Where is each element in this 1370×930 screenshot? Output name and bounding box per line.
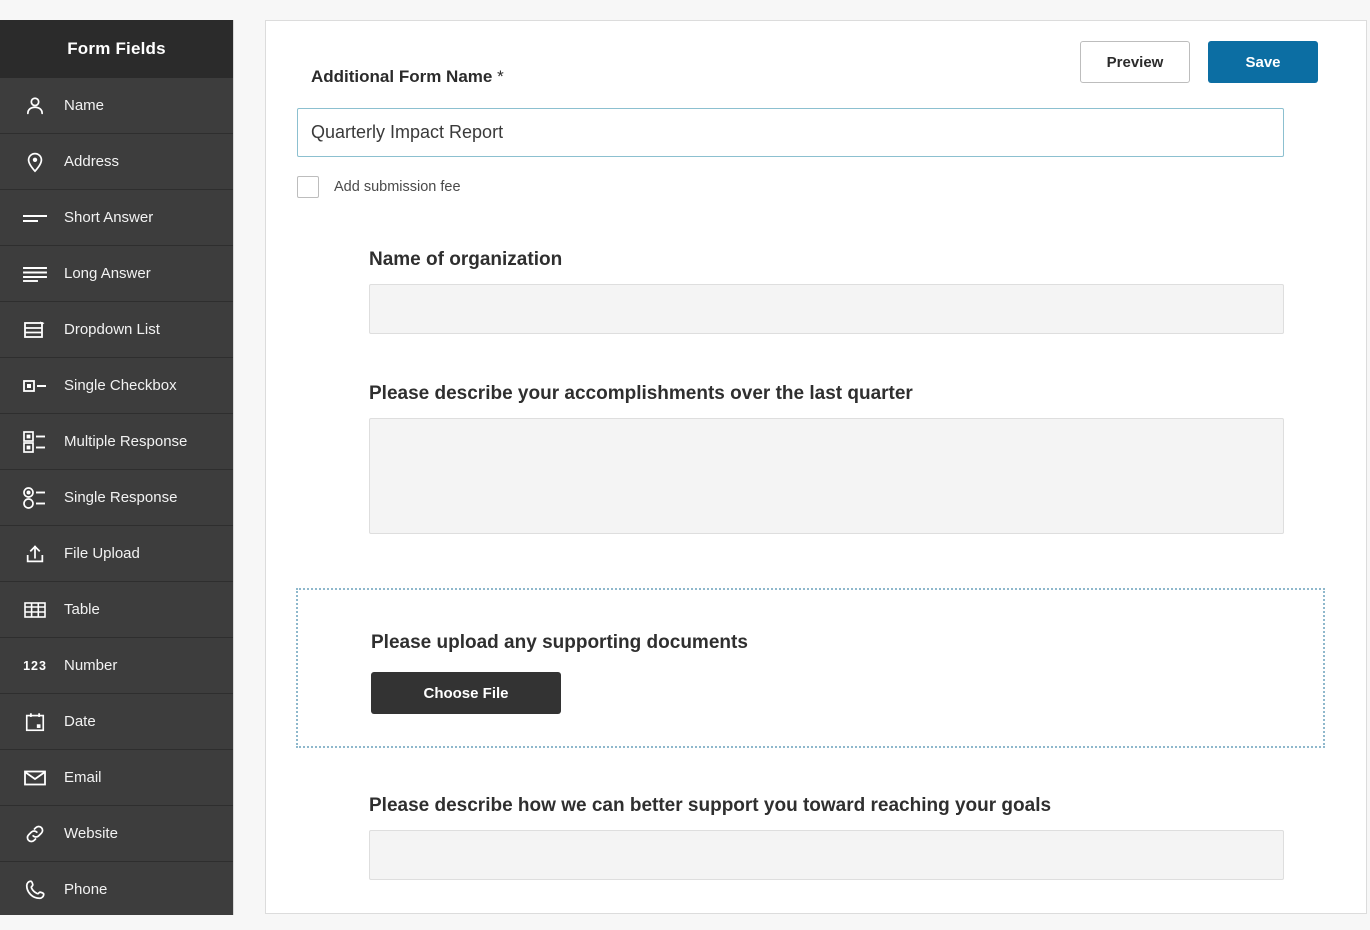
form-name-label: Additional Form Name * bbox=[311, 67, 504, 87]
sidebar-item-label: File Upload bbox=[64, 545, 140, 562]
long-answer-icon bbox=[20, 261, 50, 287]
form-field-accomplishments: Please describe your accomplishments ove… bbox=[369, 383, 1284, 534]
sidebar-item-label: Email bbox=[64, 769, 102, 786]
person-icon bbox=[20, 93, 50, 119]
multiple-response-icon bbox=[20, 429, 50, 455]
form-field-organization-name: Name of organization bbox=[369, 249, 1284, 334]
sidebar-item-date[interactable]: Date bbox=[0, 694, 233, 750]
field-label: Please describe how we can better suppor… bbox=[369, 795, 1284, 817]
field-label: Name of organization bbox=[369, 249, 1284, 271]
single-response-icon bbox=[20, 485, 50, 511]
sidebar-item-single-response[interactable]: Single Response bbox=[0, 470, 233, 526]
form-field-support-goals: Please describe how we can better suppor… bbox=[369, 795, 1284, 880]
form-name-label-text: Additional Form Name bbox=[311, 67, 492, 86]
calendar-icon bbox=[20, 709, 50, 735]
field-input[interactable] bbox=[369, 284, 1284, 334]
field-input[interactable] bbox=[369, 418, 1284, 534]
preview-button[interactable]: Preview bbox=[1080, 41, 1190, 83]
required-marker: * bbox=[497, 67, 504, 86]
sidebar-item-label: Website bbox=[64, 825, 118, 842]
form-builder-panel: Preview Save Additional Form Name * Add … bbox=[265, 20, 1367, 914]
sidebar-item-single-checkbox[interactable]: Single Checkbox bbox=[0, 358, 233, 414]
dropdown-list-icon bbox=[20, 317, 50, 343]
number-icon: 123 bbox=[20, 653, 50, 679]
sidebar-item-label: Table bbox=[64, 601, 100, 618]
sidebar-item-dropdown-list[interactable]: Dropdown List bbox=[0, 302, 233, 358]
form-name-input[interactable] bbox=[297, 108, 1284, 157]
sidebar-title: Form Fields bbox=[0, 20, 233, 78]
sidebar-item-phone[interactable]: Phone bbox=[0, 862, 233, 915]
sidebar-item-number[interactable]: 123 Number bbox=[0, 638, 233, 694]
submission-fee-checkbox[interactable] bbox=[297, 176, 319, 198]
sidebar-item-label: Long Answer bbox=[64, 265, 151, 282]
form-fields-sidebar: Form Fields Name Address Short Answer bbox=[0, 20, 234, 915]
choose-file-button[interactable]: Choose File bbox=[371, 672, 561, 714]
field-input[interactable] bbox=[369, 830, 1284, 880]
sidebar-item-website[interactable]: Website bbox=[0, 806, 233, 862]
sidebar-item-label: Dropdown List bbox=[64, 321, 160, 338]
submission-fee-label: Add submission fee bbox=[334, 179, 461, 195]
map-pin-icon bbox=[20, 149, 50, 175]
field-label: Please describe your accomplishments ove… bbox=[369, 383, 1284, 405]
envelope-icon bbox=[20, 765, 50, 791]
sidebar-item-address[interactable]: Address bbox=[0, 134, 233, 190]
sidebar-item-label: Multiple Response bbox=[64, 433, 187, 450]
field-label: Please upload any supporting documents bbox=[371, 632, 748, 654]
sidebar-item-name[interactable]: Name bbox=[0, 78, 233, 134]
sidebar-item-label: Phone bbox=[64, 881, 107, 898]
sidebar-item-label: Single Response bbox=[64, 489, 177, 506]
sidebar-item-label: Name bbox=[64, 97, 104, 114]
sidebar-item-short-answer[interactable]: Short Answer bbox=[0, 190, 233, 246]
sidebar-item-table[interactable]: Table bbox=[0, 582, 233, 638]
sidebar-item-label: Single Checkbox bbox=[64, 377, 177, 394]
sidebar-item-email[interactable]: Email bbox=[0, 750, 233, 806]
phone-icon bbox=[20, 877, 50, 903]
sidebar-item-label: Date bbox=[64, 713, 96, 730]
sidebar-item-long-answer[interactable]: Long Answer bbox=[0, 246, 233, 302]
table-icon bbox=[20, 597, 50, 623]
sidebar-item-file-upload[interactable]: File Upload bbox=[0, 526, 233, 582]
sidebar-item-label: Address bbox=[64, 153, 119, 170]
short-answer-icon bbox=[20, 205, 50, 231]
sidebar-item-label: Number bbox=[64, 657, 117, 674]
save-button[interactable]: Save bbox=[1208, 41, 1318, 83]
sidebar-item-multiple-response[interactable]: Multiple Response bbox=[0, 414, 233, 470]
link-icon bbox=[20, 821, 50, 847]
file-upload-icon bbox=[20, 541, 50, 567]
panel-action-buttons: Preview Save bbox=[1080, 41, 1318, 83]
file-upload-dropzone[interactable]: Please upload any supporting documents C… bbox=[296, 588, 1325, 748]
single-checkbox-icon bbox=[20, 373, 50, 399]
submission-fee-row: Add submission fee bbox=[297, 176, 461, 198]
sidebar-item-label: Short Answer bbox=[64, 209, 153, 226]
